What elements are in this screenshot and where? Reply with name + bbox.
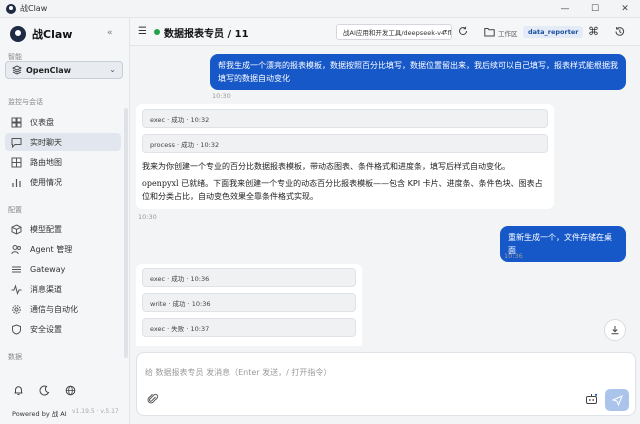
refresh-icon[interactable] <box>458 26 468 36</box>
model-path-value: 战AI应用和开发工具/deepseek-v4-flash <box>343 29 452 37</box>
nav-item-label: 实时聊天 <box>30 137 62 147</box>
users-icon <box>11 244 22 255</box>
nav-item-label: Gateway <box>30 264 66 274</box>
nav-item-security[interactable]: 安全设置 <box>5 320 121 338</box>
nav-item-usage[interactable]: 使用情况 <box>5 173 121 191</box>
map-icon <box>11 157 22 168</box>
nav-item-model-config[interactable]: 模型配置 <box>5 220 121 238</box>
tool-call-write[interactable]: write · 成功 · 10:36 <box>142 293 356 312</box>
download-icon <box>611 326 619 335</box>
send-icon <box>611 394 623 406</box>
scroll-to-bottom-button[interactable] <box>604 319 626 341</box>
nav-item-message-channels[interactable]: 消息渠道 <box>5 280 121 298</box>
nav-item-label: 消息渠道 <box>30 284 62 294</box>
data-section-label: 数据 <box>8 353 22 361</box>
tool-call-process[interactable]: process · 成功 · 10:32 <box>142 134 548 153</box>
message-timestamp: 10:30 <box>138 213 157 221</box>
assistant-text: openpyxl 已就绪。下面我来创建一个专业的动态百分比报表模板——包含 KP… <box>142 179 543 201</box>
config-section-label: 配置 <box>8 206 22 214</box>
version-label: v1.19.5 · v.5.17 <box>72 408 119 415</box>
chat-icon <box>11 137 22 148</box>
nav-item-dashboard[interactable]: 仪表盘 <box>5 113 121 131</box>
agent-select[interactable]: OpenClaw ⌄ <box>5 61 123 79</box>
tool-call-exec-failed[interactable]: exec · 失败 · 10:37 <box>142 318 356 337</box>
nav-item-label: 使用情况 <box>30 177 62 187</box>
globe-icon[interactable] <box>64 384 76 396</box>
paperclip-icon[interactable] <box>147 393 159 405</box>
moon-icon[interactable] <box>38 384 50 396</box>
online-status-dot <box>154 29 160 35</box>
cube-icon <box>11 223 22 235</box>
nav-item-automation[interactable]: 通信与自动化 <box>5 300 121 318</box>
chat-messages[interactable]: 帮我生成一个漂亮的报表模板，数据按照百分比填写，数据位置留出来，我后续可以自己填… <box>130 46 640 346</box>
assistant-message: exec · 成功 · 10:36 write · 成功 · 10:36 exe… <box>136 264 362 346</box>
message-timestamp: 10:36 <box>504 252 523 260</box>
history-icon[interactable] <box>614 26 625 37</box>
chat-header: ☰ 数据报表专员 / 11 战AI应用和开发工具/deepseek-v4-fla… <box>130 18 640 46</box>
window-titlebar: 战Claw — ☐ ✕ <box>0 0 640 18</box>
send-button[interactable] <box>605 389 629 411</box>
workspace-label: 工作区 <box>498 30 518 38</box>
nav-item-label: Agent 管理 <box>30 244 73 254</box>
nav-item-label: 仪表盘 <box>30 117 54 127</box>
tool-call-exec[interactable]: exec · 成功 · 10:36 <box>142 268 356 287</box>
brand-logo-icon <box>10 26 26 42</box>
sidebar-bottom-actions <box>12 384 76 396</box>
nav-item-agent-management[interactable]: Agent 管理 <box>5 240 121 258</box>
dashboard-icon <box>11 117 22 128</box>
nav-item-label: 路由地图 <box>30 157 62 167</box>
model-path-select[interactable]: 战AI应用和开发工具/deepseek-v4-flash ▾ <box>336 24 452 40</box>
bell-icon[interactable] <box>12 384 24 396</box>
message-timestamp: 10:30 <box>212 92 231 100</box>
nav-item-live-chat[interactable]: 实时聊天 <box>5 133 121 151</box>
assistant-message: exec · 成功 · 10:32 process · 成功 · 10:32 我… <box>136 104 554 209</box>
close-button[interactable]: ✕ <box>610 0 640 18</box>
collapse-sidebar-button[interactable]: « <box>107 28 113 38</box>
robot-icon[interactable] <box>585 393 598 405</box>
assistant-text: 我来为你创建一个专业的百分比数据报表模板，带动态图表、条件格式和进度条，填写后样… <box>142 162 510 171</box>
pulse-icon <box>11 283 22 295</box>
sidebar-scrollbar[interactable] <box>124 108 128 358</box>
brand: 战Claw <box>10 26 72 42</box>
monitor-section-label: 监控与会话 <box>8 98 43 106</box>
folder-icon[interactable] <box>484 27 495 37</box>
window-title: 战Claw <box>20 4 48 13</box>
message-input[interactable]: 给 数据报表专员 发消息（Enter 发送，/ 打开指令） <box>145 367 331 378</box>
gateway-icon <box>11 264 22 275</box>
command-icon[interactable]: ⌘ <box>588 25 599 38</box>
maximize-button[interactable]: ☐ <box>580 0 610 18</box>
minimize-button[interactable]: — <box>550 0 580 18</box>
app-logo-icon <box>6 3 16 14</box>
tool-call-exec[interactable]: exec · 成功 · 10:32 <box>142 109 548 128</box>
chevron-down-icon: ▾ <box>443 28 447 35</box>
nav-item-label: 模型配置 <box>30 224 62 234</box>
page-title: 数据报表专员 / 11 <box>164 29 249 40</box>
nav-item-route-map[interactable]: 路由地图 <box>5 153 121 171</box>
shield-icon <box>11 323 22 335</box>
workspace-badge[interactable]: data_reporter <box>523 26 584 38</box>
powered-by-label: Powered by 战 AI <box>12 410 67 418</box>
bar-chart-icon <box>11 177 22 188</box>
nav-item-label: 通信与自动化 <box>30 304 78 314</box>
nav-item-label: 安全设置 <box>30 324 62 334</box>
menu-icon[interactable]: ☰ <box>138 26 147 37</box>
user-message: 帮我生成一个漂亮的报表模板，数据按照百分比填写，数据位置留出来，我后续可以自己填… <box>210 54 626 90</box>
window-controls: — ☐ ✕ <box>550 0 640 18</box>
brand-name: 战Claw <box>32 28 73 41</box>
agent-select-value: OpenClaw <box>26 65 72 75</box>
message-composer[interactable]: 给 数据报表专员 发消息（Enter 发送，/ 打开指令） <box>136 352 636 416</box>
chevron-down-icon: ⌄ <box>109 65 116 74</box>
gear-icon <box>11 304 22 315</box>
sidebar: 战Claw « 智能 OpenClaw ⌄ 监控与会话 仪表盘 实时聊天 路由地… <box>0 18 130 424</box>
nav-item-gateway[interactable]: Gateway <box>5 260 121 278</box>
layers-icon <box>12 65 22 75</box>
